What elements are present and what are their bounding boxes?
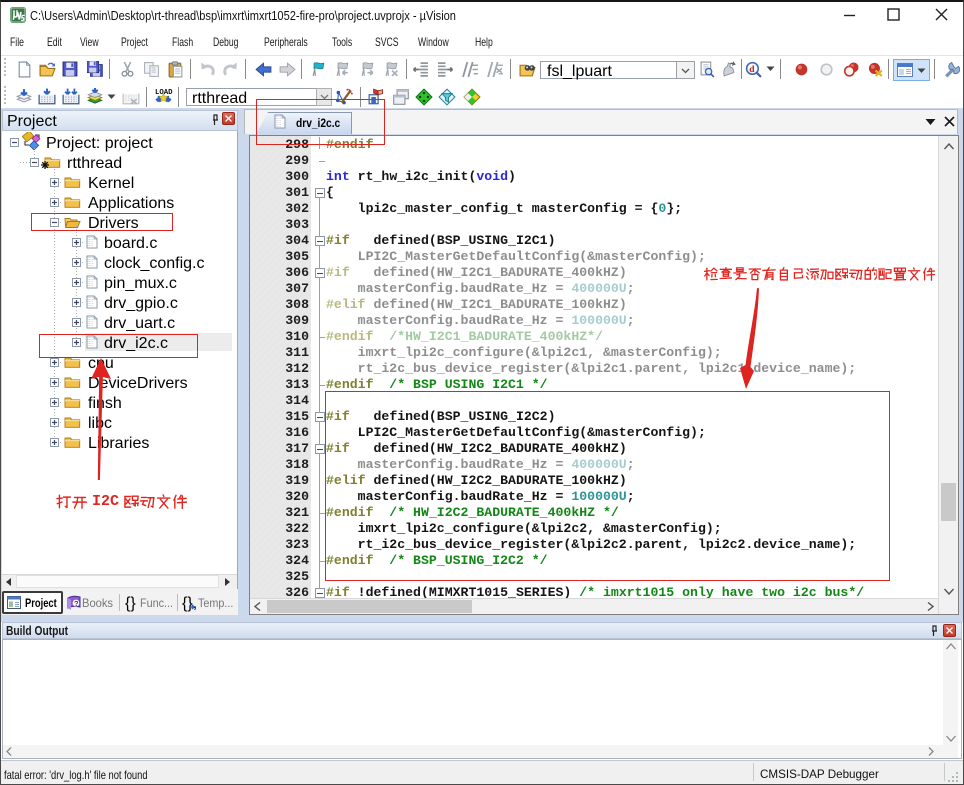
svg-text:d: d: [749, 64, 755, 75]
svg-text:?: ?: [74, 599, 79, 608]
